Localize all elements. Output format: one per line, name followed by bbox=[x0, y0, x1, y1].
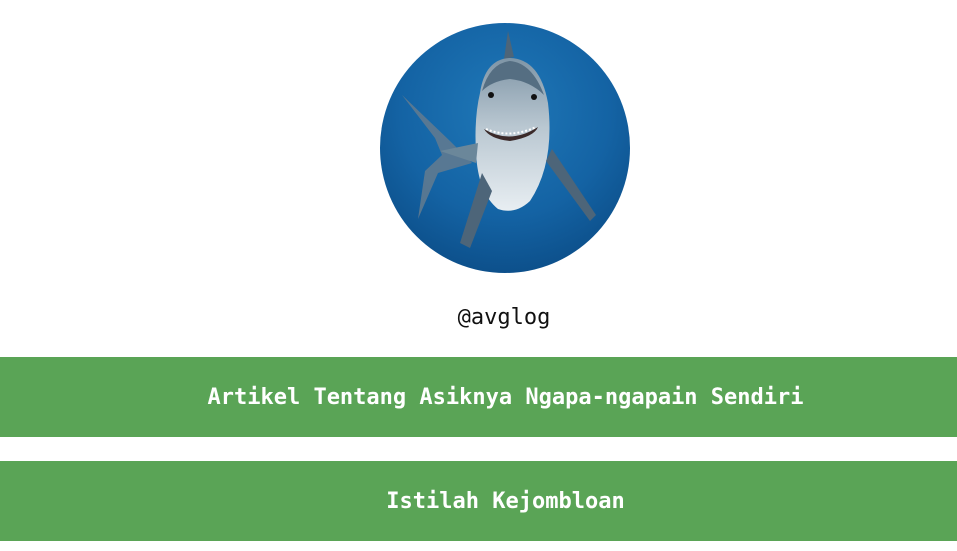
username: @avglog bbox=[457, 305, 551, 330]
profile-page: @avglog Artikel Tentang Asiknya Ngapa-ng… bbox=[0, 0, 957, 551]
link-button-label: Istilah Kejombloan bbox=[386, 488, 625, 514]
avatar bbox=[380, 23, 630, 273]
link-button-istilah[interactable]: Istilah Kejombloan bbox=[0, 461, 957, 541]
link-button-label: Artikel Tentang Asiknya Ngapa-ngapain Se… bbox=[207, 384, 804, 410]
shark-photo-icon bbox=[380, 23, 630, 273]
link-button-artikel[interactable]: Artikel Tentang Asiknya Ngapa-ngapain Se… bbox=[0, 357, 957, 437]
